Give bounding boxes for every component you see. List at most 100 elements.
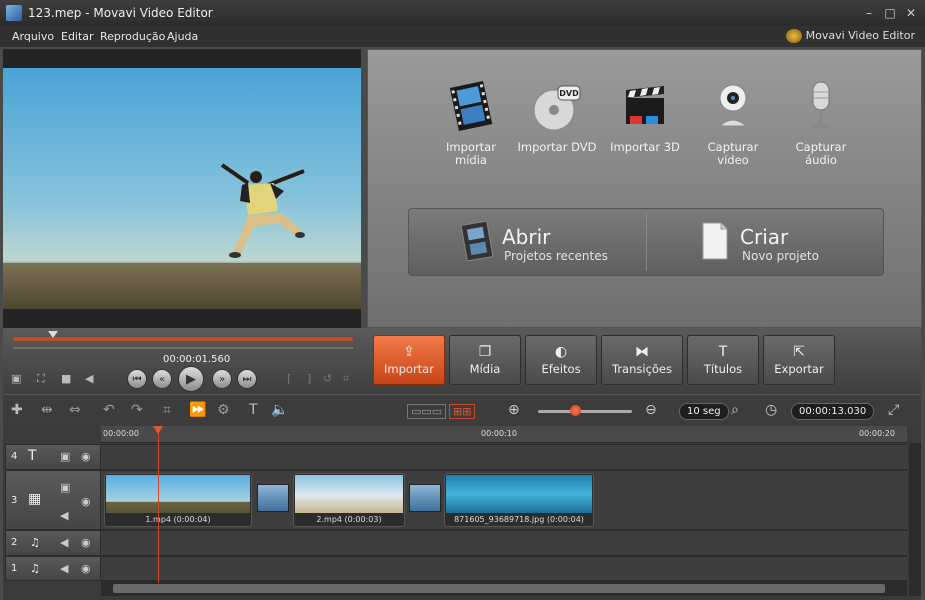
timeline-view-icon[interactable]: ⊞⊞ [449,404,476,419]
track-body-4[interactable] [101,444,907,470]
track-number-2: 2 [11,537,18,548]
menu-reproducao[interactable]: Reprodução [100,30,165,43]
playback-range-bar[interactable] [13,347,353,349]
create-project-button[interactable]: Criar Novo projeto [647,209,884,275]
add-icon[interactable]: ✚ [11,402,23,418]
track-header-3[interactable]: 3 ▦ ▣ ◉ ◀ [5,470,101,530]
fast-forward-button[interactable]: » [212,369,232,389]
clip-thumbnails [295,475,403,513]
video-clip[interactable]: 2.mp4 (0:00:03) [293,473,405,527]
track-number-4: 4 [11,451,18,462]
transition-block[interactable] [257,484,289,512]
tab-titulos[interactable]: T Títulos [687,335,759,385]
speed-icon[interactable]: ⏩ [189,402,206,418]
clip-thumbnails [446,475,592,513]
track-header-4[interactable]: 4 T ▣ ◉ [5,444,101,470]
track-body-2[interactable] [101,530,907,556]
crop-icon[interactable]: ⌗ [343,372,349,386]
go-to-start-button[interactable]: ⏮ [127,369,147,389]
track-lock-icon[interactable]: ▣ [60,450,70,463]
zoom-in-icon[interactable]: ⊕ [508,402,520,418]
tab-importar-label: Importar [384,362,434,376]
import-3d-button[interactable]: Importar 3D [605,80,685,180]
preview-ground [3,263,361,309]
capture-audio-button[interactable]: Capturar áudio [781,80,861,180]
rotate-icon[interactable]: ↺ [323,372,332,385]
tab-transicoes[interactable]: ⧓ Transições [601,335,683,385]
menu-editar[interactable]: Editar [61,30,94,43]
video-preview[interactable] [3,49,361,328]
timeline-playhead-handle[interactable] [153,426,163,434]
track-lock-icon[interactable]: ▣ [60,481,70,494]
image-clip[interactable]: 871605_93689718.jpg (0:00:04) [444,473,594,527]
track-visibility-icon[interactable]: ◉ [81,450,91,463]
timeline-vertical-scrollbar[interactable] [909,443,921,596]
text-icon[interactable]: T [249,402,258,418]
go-to-end-button[interactable]: ⏭ [237,369,257,389]
split-icon[interactable]: ⇹ [41,402,53,418]
video-clip[interactable]: 1.mp4 (0:00:04) [104,473,252,527]
fit-zoom-icon[interactable]: ⌕ [731,402,739,418]
track-body-1[interactable] [101,556,907,581]
tab-exportar-label: Exportar [774,362,824,376]
stop-icon[interactable]: ■ [61,372,71,385]
track-header-2[interactable]: 2 ♫ ◀ ◉ [5,530,101,556]
timeline-playhead-line[interactable] [158,431,159,583]
record-voice-icon[interactable]: 🔈 [271,402,288,418]
play-button[interactable]: ▶ [178,366,204,392]
import-dvd-button[interactable]: DVD Importar DVD [517,80,597,180]
minimize-button[interactable]: – [862,6,876,20]
track-mute-icon[interactable]: ◀ [60,536,68,549]
capture-video-button[interactable]: Capturar vídeo [693,80,773,180]
media-tab-icon: ❐ [478,344,492,360]
undo-icon[interactable]: ↶ [103,402,115,418]
mark-out-icon[interactable]: ] [307,372,311,385]
track-visibility-icon[interactable]: ◉ [81,536,91,549]
tab-efeitos[interactable]: ◐ Efeitos [525,335,597,385]
zoom-slider-handle[interactable] [570,405,581,416]
display-mode-icon[interactable]: ▣ [11,372,21,385]
title-bar: 123.mep - Movavi Video Editor – □ ✕ [0,0,925,26]
ruler-label-20: 00:00:20 [859,429,895,438]
import-media-button[interactable]: Importar mídia [431,80,511,180]
volume-icon[interactable]: ◀ [85,372,93,385]
track-mute-icon[interactable]: ◀ [60,562,68,575]
track-header-1[interactable]: 1 ♫ ◀ ◉ [5,556,101,581]
import-dvd-label: Importar DVD [517,140,597,154]
ruler-label-10: 00:00:10 [481,429,517,438]
playback-progress-bar[interactable] [13,337,353,341]
ruler-label-0: 00:00:00 [103,429,139,438]
new-document-icon [702,222,728,260]
track-visibility-icon[interactable]: ◉ [81,495,91,508]
horizontal-scroll-thumb[interactable] [113,584,885,593]
time-ruler[interactable]: 00:00:00 00:00:10 00:00:20 [101,426,907,443]
preview-frame [3,68,361,309]
fullscreen-icon[interactable]: ⛶ [37,372,45,386]
track-visibility-icon[interactable]: ◉ [81,562,91,575]
playback-position-handle[interactable] [48,331,58,338]
export-tab-icon: ⇱ [793,344,805,360]
mark-in-icon[interactable]: [ [287,372,291,385]
transition-block[interactable] [409,484,441,512]
clip-properties-icon[interactable]: ⚙ [217,402,230,418]
tab-exportar[interactable]: ⇱ Exportar [763,335,835,385]
tab-importar[interactable]: ⇪ Importar [373,335,445,385]
expand-icon[interactable]: ⤢ [888,402,899,418]
redo-icon[interactable]: ↷ [131,402,143,418]
menu-arquivo[interactable]: Arquivo [12,30,54,43]
rewind-button[interactable]: « [152,369,172,389]
menu-ajuda[interactable]: Ajuda [167,30,198,43]
zoom-out-icon[interactable]: ⊖ [645,402,657,418]
capture-audio-label: Capturar áudio [795,140,847,167]
crop-clip-icon[interactable]: ⌗ [163,402,171,418]
menu-bar: Arquivo Editar Reprodução Ajuda Movavi V… [0,26,925,47]
storyboard-view-icon[interactable]: ▭▭▭ [407,404,447,419]
close-button[interactable]: ✕ [904,6,918,20]
maximize-button[interactable]: □ [883,6,897,20]
open-project-button[interactable]: Abrir Projetos recentes [409,209,646,275]
join-icon[interactable]: ⇔ [69,402,81,418]
track-mute-icon[interactable]: ◀ [60,509,68,522]
tab-midia[interactable]: ❐ Mídia [449,335,521,385]
zoom-slider[interactable] [538,410,632,413]
timeline-horizontal-scrollbar[interactable] [101,581,907,596]
